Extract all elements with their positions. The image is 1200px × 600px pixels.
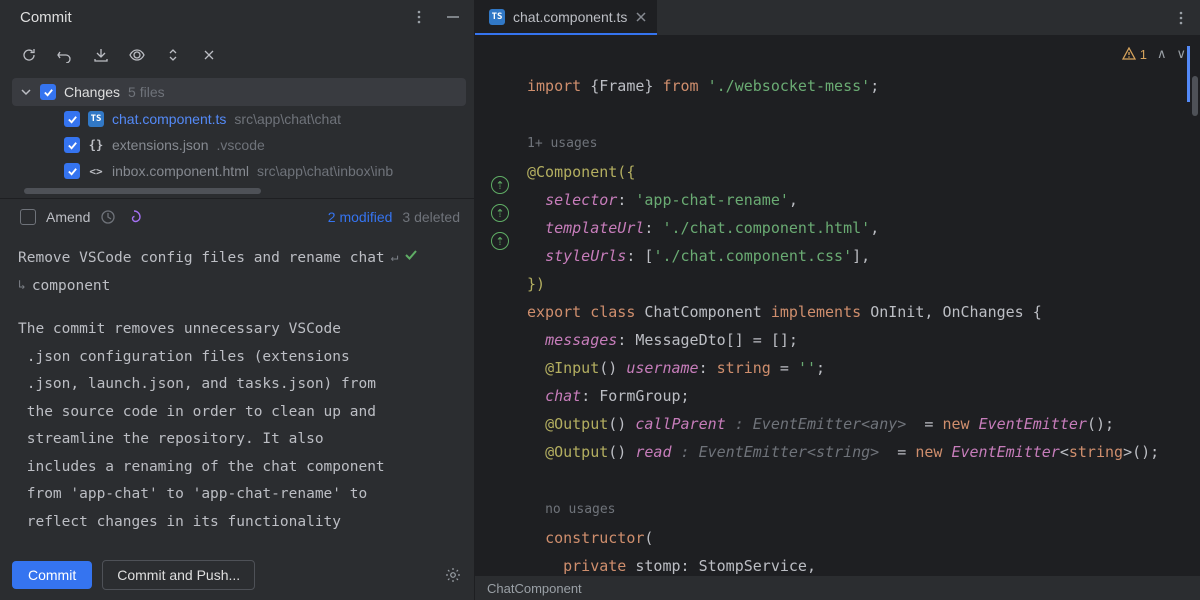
changes-count: 5 files [128, 84, 165, 100]
file-checkbox[interactable] [64, 137, 80, 153]
check-ok-icon [404, 245, 418, 273]
editor-panel: TS chat.component.ts ⇡ ⇡ ⇡ 1 ∧ ∨ import … [475, 0, 1200, 600]
tag-icon: <> [88, 163, 104, 179]
more-icon[interactable] [410, 8, 428, 26]
expand-icon[interactable] [164, 46, 182, 64]
modified-count: 2 modified [328, 209, 393, 225]
gutter-change-marker[interactable]: ⇡ [491, 176, 509, 194]
wrap-indicator-icon: ↵ [391, 246, 399, 271]
file-name: chat.component.ts [112, 111, 226, 127]
amend-label: Amend [46, 209, 90, 225]
commit-message-input[interactable]: Remove VSCode config files and rename ch… [0, 235, 474, 552]
chevron-down-icon[interactable] [20, 86, 32, 98]
gutter-change-marker[interactable]: ⇡ [491, 232, 509, 250]
amend-bar: Amend 2 modified 3 deleted [0, 198, 474, 235]
tab-label: chat.component.ts [513, 9, 627, 25]
ts-icon: TS [489, 9, 505, 25]
changes-node[interactable]: Changes 5 files [12, 78, 466, 106]
file-path: src\app\chat\chat [234, 111, 341, 127]
history-icon[interactable] [100, 209, 116, 225]
commit-header: Commit [0, 0, 474, 38]
file-row[interactable]: <> inbox.component.html src\app\chat\inb… [12, 158, 466, 184]
wrap-indicator-icon: ↳ [18, 274, 26, 299]
changes-label: Changes [64, 84, 120, 100]
rollback-icon[interactable] [56, 46, 74, 64]
file-path: .vscode [217, 137, 265, 153]
preview-diff-icon[interactable] [128, 46, 146, 64]
more-icon[interactable] [1172, 9, 1190, 27]
commit-message-body: The commit removes unnecessary VSCode .j… [18, 316, 456, 536]
svg-text:{}: {} [89, 138, 103, 152]
editor-tab[interactable]: TS chat.component.ts [475, 0, 657, 35]
tab-bar: TS chat.component.ts [475, 0, 1200, 36]
code-content[interactable]: import {Frame} from './websocket-mess'; … [523, 36, 1200, 576]
commit-message-title: Remove VSCode config files and rename ch… [18, 245, 385, 273]
commit-action-bar: Commit Commit and Push... [0, 552, 474, 600]
close-icon[interactable] [635, 11, 647, 23]
file-row[interactable]: {} extensions.json .vscode [12, 132, 466, 158]
file-row[interactable]: TS chat.component.ts src\app\chat\chat [12, 106, 466, 132]
changes-section: Changes 5 files TS chat.component.ts src… [0, 74, 474, 198]
breadcrumb[interactable]: ChatComponent [475, 576, 1200, 600]
commit-toolbar [0, 38, 474, 74]
file-name: inbox.component.html [112, 163, 249, 179]
code-editor[interactable]: ⇡ ⇡ ⇡ 1 ∧ ∨ import {Frame} from './webso… [475, 36, 1200, 576]
gear-icon[interactable] [444, 566, 462, 584]
gutter-change-marker[interactable]: ⇡ [491, 204, 509, 222]
minimize-icon[interactable] [444, 8, 462, 26]
group-by-icon[interactable] [200, 46, 218, 64]
ai-icon[interactable] [126, 209, 142, 225]
commit-title: Commit [20, 9, 72, 26]
file-name: extensions.json [112, 137, 209, 153]
braces-icon: {} [88, 137, 104, 153]
deleted-count: 3 deleted [402, 209, 460, 225]
commit-panel: Commit Changes 5 files TS chat.component… [0, 0, 475, 600]
changes-checkbox[interactable] [40, 84, 56, 100]
shelve-icon[interactable] [92, 46, 110, 64]
commit-message-title-cont: component [32, 273, 111, 301]
breadcrumb-item[interactable]: ChatComponent [487, 581, 582, 596]
commit-button[interactable]: Commit [12, 561, 92, 589]
file-checkbox[interactable] [64, 163, 80, 179]
file-path: src\app\chat\inbox\inb [257, 163, 393, 179]
ts-icon: TS [88, 111, 104, 127]
gutter: ⇡ ⇡ ⇡ [475, 36, 523, 576]
amend-checkbox[interactable] [20, 209, 36, 225]
file-checkbox[interactable] [64, 111, 80, 127]
horizontal-scrollbar[interactable] [24, 188, 454, 194]
svg-text:<>: <> [89, 165, 103, 178]
commit-and-push-button[interactable]: Commit and Push... [102, 560, 255, 590]
refresh-icon[interactable] [20, 46, 38, 64]
